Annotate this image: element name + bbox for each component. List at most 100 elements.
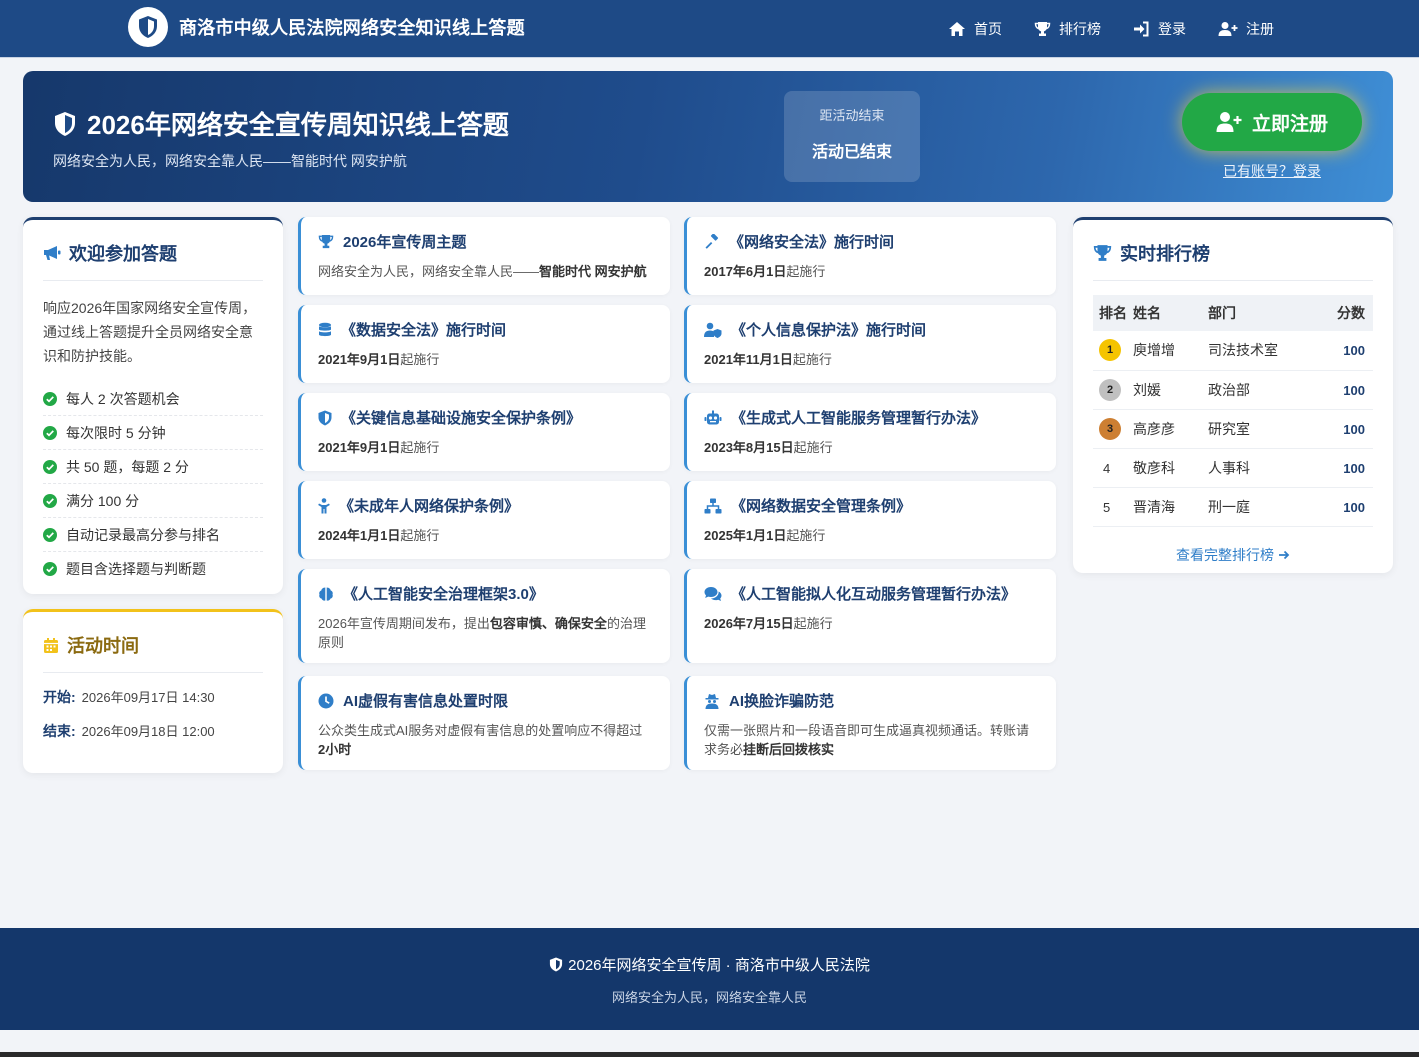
hero-title-text: 2026年网络安全宣传周知识线上答题	[87, 110, 509, 140]
info-desc: 2026年宣传周期间发布，提出包容审慎、确保安全的治理原则	[318, 616, 646, 650]
brain-icon	[319, 587, 333, 601]
info-desc: 2021年11月1日起施行	[704, 352, 832, 367]
ranking-heading: 实时排行榜	[1093, 240, 1373, 281]
row-score: 100	[1343, 343, 1365, 359]
info-card: 《网络安全法》施行时间 2017年6月1日起施行	[684, 217, 1056, 295]
info-desc: 2021年9月1日起施行	[318, 352, 440, 367]
info-card: AI虚假有害信息处置时限 公众类生成式AI服务对虚假有害信息的处置响应不得超过 …	[298, 676, 670, 770]
table-row: 3 高彦彦 研究室 100	[1093, 409, 1373, 449]
site-title: 商洛市中级人民法院网络安全知识线上答题	[179, 18, 525, 38]
shield-logo-icon	[128, 7, 168, 47]
table-row: 5 晋清海 刑一庭 100	[1093, 487, 1373, 527]
footer-title-text: 2026年网络安全宣传周 · 商洛市中级人民法院	[568, 957, 870, 974]
info-title: 《未成年人网络保护条例》	[339, 498, 520, 515]
database-icon	[319, 322, 331, 336]
info-card: 《网络数据安全管理条例》 2025年1月1日起施行	[684, 481, 1056, 559]
nav-ranking-label: 排行榜	[1059, 21, 1101, 37]
info-card: 《人工智能安全治理框架3.0》 2026年宣传周期间发布，提出包容审慎、确保安全…	[298, 569, 670, 663]
info-title: 《人工智能安全治理框架3.0》	[343, 586, 544, 603]
info-card: AI换脸诈骗防范 仅需一张照片和一段语音即可生成逼真视频通话。转账请求务必挂断后…	[684, 676, 1056, 770]
nav-register-link[interactable]: 注册	[1218, 19, 1274, 39]
end-value: 2026年09月18日 12:00	[81, 724, 215, 739]
user-secret-icon	[705, 693, 719, 709]
welcome-heading: 欢迎参加答题	[43, 240, 263, 281]
hero-subtitle: 网络安全为人民，网络安全靠人民——智能时代 网安护航	[53, 153, 407, 169]
info-desc: 网络安全为人民，网络安全靠人民——智能时代 网安护航	[318, 264, 647, 279]
trophy-icon	[1093, 245, 1112, 261]
brand[interactable]: 商洛市中级人民法院网络安全知识线上答题	[128, 7, 525, 47]
info-desc: 2025年1月1日起施行	[704, 528, 826, 543]
info-card: 《未成年人网络保护条例》 2024年1月1日起施行	[298, 481, 670, 559]
countdown-box: 距活动结束 活动已结束	[784, 91, 920, 182]
check-circle-icon	[43, 527, 57, 542]
shield-icon	[55, 111, 75, 136]
nav-login-label: 登录	[1158, 21, 1186, 37]
row-name: 敬彦科	[1133, 448, 1208, 488]
check-circle-icon	[43, 493, 57, 508]
info-desc: 仅需一张照片和一段语音即可生成逼真视频通话。转账请求务必挂断后回拨核实	[704, 723, 1030, 757]
row-name: 刘媛	[1133, 370, 1208, 410]
calendar-icon	[44, 637, 58, 653]
info-desc: 2026年7月15日起施行	[704, 616, 833, 631]
header-name: 姓名	[1133, 295, 1208, 331]
info-title: 《网络安全法》施行时间	[729, 234, 895, 251]
end-label: 结束:	[43, 723, 76, 739]
welcome-intro: 响应2026年国家网络安全宣传周，通过线上答题提升全员网络安全意识和防护技能。	[43, 300, 257, 364]
rules-list: 每人 2 次答题机会 每次限时 5 分钟 共 50 题，每题 2 分 满分 10…	[43, 382, 263, 586]
gavel-icon	[705, 233, 719, 249]
info-title: 《人工智能拟人化互动服务管理暂行办法》	[731, 586, 1017, 603]
info-desc: 2023年8月15日起施行	[704, 440, 833, 455]
table-header-row: 排名 姓名 部门 分数	[1093, 295, 1373, 331]
hero-title: 2026年网络安全宣传周知识线上答题	[53, 105, 509, 142]
arrow-right-icon	[1278, 550, 1290, 559]
footer-subtitle: 网络安全为人民，网络安全靠人民	[611, 990, 807, 1005]
info-title: AI虚假有害信息处置时限	[343, 693, 509, 710]
header-dept: 部门	[1208, 295, 1328, 331]
nav-ranking-link[interactable]: 排行榜	[1034, 19, 1101, 39]
view-full-ranking-link[interactable]: 查看完整排行榜	[1093, 545, 1373, 565]
row-name: 晋清海	[1133, 487, 1208, 527]
trophy-icon	[318, 234, 334, 249]
register-now-button[interactable]: 立即注册	[1182, 93, 1362, 151]
header-score: 分数	[1328, 295, 1373, 331]
rule-item: 满分 100 分	[43, 484, 263, 518]
ranking-table: 排名 姓名 部门 分数 1 庾增增 司法技术室 100 2 刘媛 政治部 100…	[1093, 295, 1373, 527]
gold-medal-badge: 1	[1099, 339, 1121, 362]
nav-home-link[interactable]: 首页	[948, 19, 1002, 39]
home-icon	[949, 22, 965, 36]
start-time-row: 开始: 2026年09月17日 14:30	[43, 687, 263, 707]
row-name: 庾增增	[1133, 331, 1208, 371]
info-title: 《生成式人工智能服务管理暂行办法》	[731, 410, 987, 427]
rule-item: 题目含选择题与判断题	[43, 552, 263, 586]
info-card: 《数据安全法》施行时间 2021年9月1日起施行	[298, 305, 670, 383]
info-card: 《人工智能拟人化互动服务管理暂行办法》 2026年7月15日起施行	[684, 569, 1056, 663]
check-circle-icon	[43, 459, 57, 474]
info-title: 《网络数据安全管理条例》	[731, 498, 912, 515]
row-score: 100	[1343, 460, 1365, 476]
clock-icon	[318, 693, 334, 708]
ranking-card: 实时排行榜 排名 姓名 部门 分数 1 庾增增 司法技术室 100 2 刘媛 政…	[1073, 217, 1393, 573]
robot-icon	[704, 410, 722, 424]
info-title: 《数据安全法》施行时间	[341, 322, 507, 339]
login-link[interactable]: 已有账号？登录	[1182, 161, 1362, 181]
child-icon	[318, 497, 330, 513]
info-title: 《个人信息保护法》施行时间	[731, 322, 927, 339]
rule-text: 每人 2 次答题机会	[66, 390, 180, 407]
countdown-status: 活动已结束	[811, 144, 892, 161]
welcome-card: 欢迎参加答题 响应2026年国家网络安全宣传周，通过线上答题提升全员网络安全意识…	[23, 217, 283, 594]
rule-item: 每人 2 次答题机会	[43, 382, 263, 416]
footer-title: 2026年网络安全宣传周 · 商洛市中级人民法院	[0, 954, 1419, 975]
info-desc: 公众类生成式AI服务对虚假有害信息的处置响应不得超过 2小时	[318, 723, 643, 757]
table-row: 1 庾增增 司法技术室 100	[1093, 331, 1373, 371]
info-title: 《关键信息基础设施安全保护条例》	[341, 410, 582, 427]
row-rank: 5	[1103, 499, 1111, 515]
nav-login-link[interactable]: 登录	[1133, 19, 1186, 39]
activity-heading: 活动时间	[43, 632, 263, 673]
check-circle-icon	[43, 391, 57, 406]
row-name: 高彦彦	[1133, 409, 1208, 449]
end-time-row: 结束: 2026年09月18日 12:00	[43, 721, 263, 741]
bullhorn-icon	[44, 246, 61, 260]
shield-icon	[318, 410, 332, 425]
row-dept: 人事科	[1208, 448, 1328, 488]
shield-icon	[550, 957, 563, 972]
